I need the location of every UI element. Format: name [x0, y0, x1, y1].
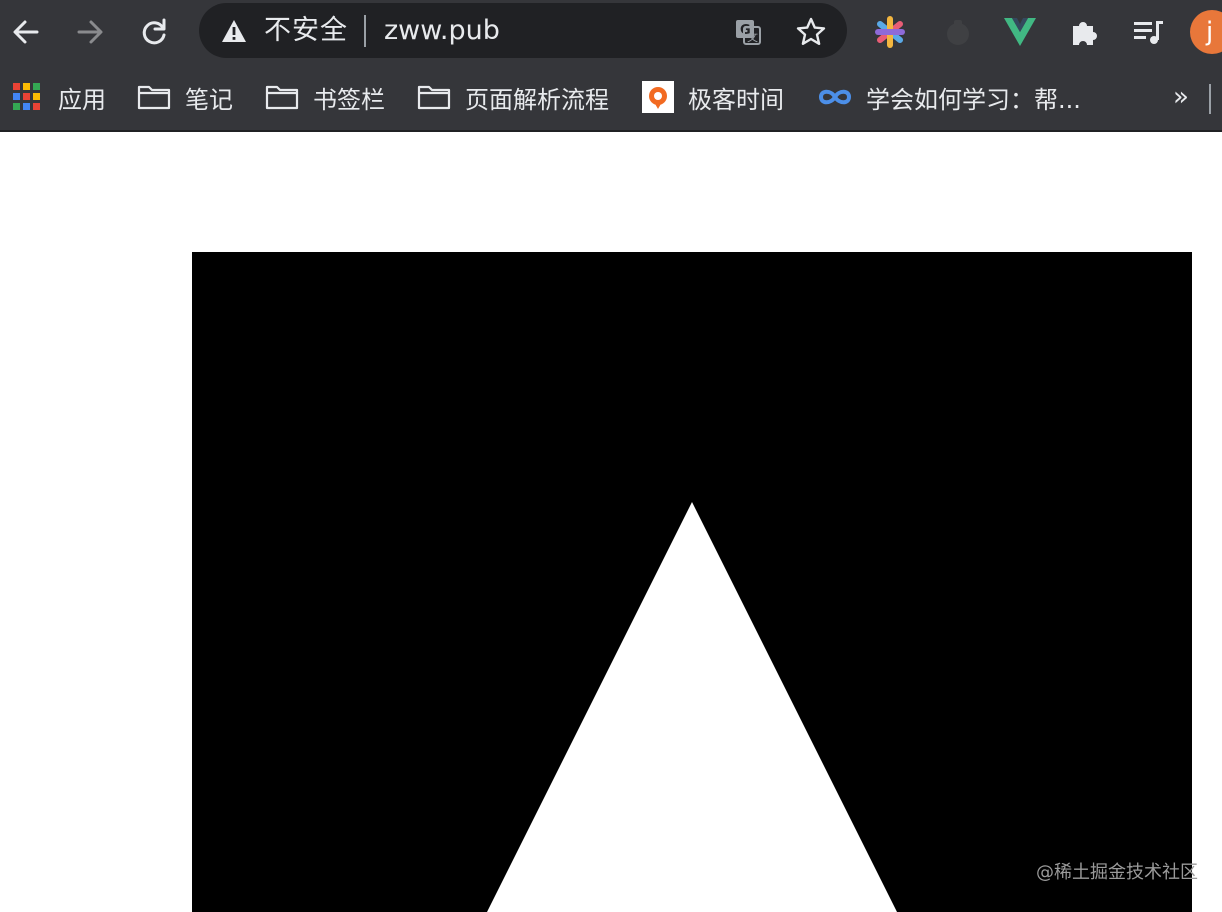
security-status-label[interactable]: 不安全: [264, 14, 348, 48]
bookmark-folder-bookmarks[interactable]: 书签栏: [265, 78, 385, 116]
geektime-icon: [642, 81, 674, 113]
browser-toolbar: 不安全 zww.pub G 文 j: [0, 0, 1222, 64]
bookmark-label: 学会如何学习：帮...: [866, 85, 1081, 114]
bookmark-geektime[interactable]: 极客时间: [642, 78, 784, 116]
reload-button[interactable]: [132, 10, 176, 54]
folder-icon: [265, 83, 299, 111]
watermark-text: @稀土掘金技术社区: [1036, 862, 1198, 883]
arrow-left-icon: [13, 20, 39, 44]
bookmarks-overflow-button[interactable]: »: [1168, 78, 1194, 116]
page-content: [0, 132, 1222, 912]
arrow-right-icon: [77, 20, 103, 44]
bookmark-folder-notes[interactable]: 笔记: [137, 78, 233, 116]
colorful-extension-icon: [875, 16, 905, 48]
folder-icon: [137, 83, 171, 111]
canvas-graphic: [487, 502, 897, 912]
bookmark-learning-how-to-learn[interactable]: 学会如何学习：帮...: [818, 78, 1081, 116]
drawing-canvas: [192, 252, 1192, 912]
dark-extension-button[interactable]: [938, 12, 978, 52]
coursera-icon: [818, 83, 852, 111]
reload-icon: [142, 18, 166, 45]
forward-button[interactable]: [68, 10, 112, 54]
address-bar[interactable]: 不安全 zww.pub G 文: [199, 3, 847, 58]
translate-icon[interactable]: G 文: [732, 16, 764, 48]
dark-extension-icon: [947, 20, 969, 45]
bookmark-folder-parsing[interactable]: 页面解析流程: [417, 78, 609, 116]
star-icon[interactable]: [795, 16, 827, 48]
bookmarks-divider: [1209, 84, 1211, 114]
bookmark-label: 极客时间: [688, 85, 784, 114]
avatar-initial: j: [1206, 17, 1214, 47]
bookmarks-bar: 应用 笔记 书签栏 页面解析流程 极客时间 学会如何学习：帮... »: [0, 64, 1222, 132]
svg-text:文: 文: [747, 30, 758, 44]
folder-icon: [417, 83, 451, 111]
media-control-icon: [1134, 21, 1163, 44]
media-control-button[interactable]: [1128, 12, 1168, 52]
bookmark-label: 书签栏: [313, 85, 385, 114]
bookmark-label: 页面解析流程: [465, 85, 609, 114]
warning-triangle-icon[interactable]: [221, 19, 247, 43]
extensions-button[interactable]: [1064, 12, 1104, 52]
white-triangle: [487, 502, 897, 912]
bookmark-apps[interactable]: 应用: [12, 78, 106, 116]
profile-avatar[interactable]: j: [1190, 10, 1222, 54]
omnibox-divider: [364, 15, 366, 47]
vue-devtools-button[interactable]: [1000, 12, 1040, 52]
bookmark-label: 应用: [58, 85, 106, 114]
url-text[interactable]: zww.pub: [384, 14, 500, 48]
colorful-extension-button[interactable]: [870, 12, 910, 52]
bookmark-label: 笔记: [185, 85, 233, 114]
puzzle-piece-icon: [1073, 22, 1097, 45]
back-button[interactable]: [4, 10, 48, 54]
apps-grid-icon: [12, 83, 42, 111]
vue-devtools-icon: [1004, 18, 1036, 46]
